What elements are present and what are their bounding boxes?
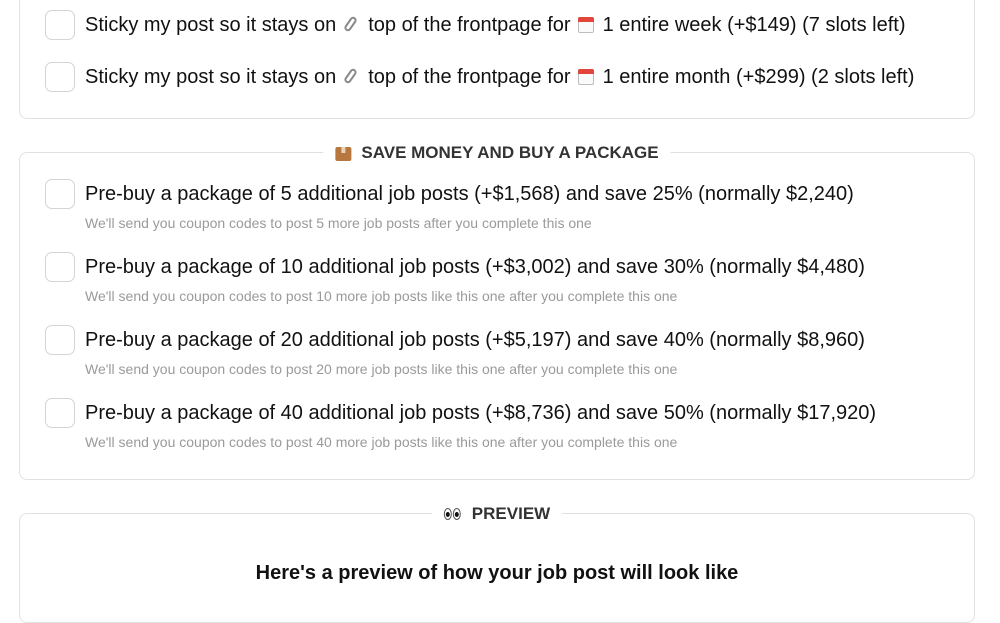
package-5-hint: We'll send you coupon codes to post 5 mo… xyxy=(85,215,592,231)
sticky-month-checkbox[interactable] xyxy=(45,62,75,92)
sticky-week-label[interactable]: Sticky my post so it stays on top of the… xyxy=(85,12,906,38)
package-10-hint: We'll send you coupon codes to post 10 m… xyxy=(85,288,678,304)
package-20-hint: We'll send you coupon codes to post 20 m… xyxy=(85,361,678,377)
sticky-options-card: Sticky my post so it stays on top of the… xyxy=(19,0,975,119)
preview-heading: Here's a preview of how your job post wi… xyxy=(255,562,739,584)
paperclip-icon xyxy=(342,68,360,86)
package-10-label[interactable]: Pre-buy a package of 10 additional job p… xyxy=(85,254,865,280)
packages-section-title: SAVE MONEY AND BUY A PACKAGE xyxy=(323,141,671,165)
package-20-checkbox[interactable] xyxy=(45,325,75,355)
package-icon xyxy=(335,145,352,161)
sticky-month-label[interactable]: Sticky my post so it stays on top of the… xyxy=(85,64,914,90)
eyes-icon xyxy=(443,508,462,520)
preview-card: PREVIEW Here's a preview of how your job… xyxy=(19,502,975,623)
sticky-week-checkbox[interactable] xyxy=(45,10,75,40)
calendar-icon xyxy=(577,16,595,34)
packages-card: SAVE MONEY AND BUY A PACKAGE Pre-buy a p… xyxy=(19,141,975,480)
calendar-icon xyxy=(577,68,595,86)
package-40-checkbox[interactable] xyxy=(45,398,75,428)
package-40-hint: We'll send you coupon codes to post 40 m… xyxy=(85,434,678,450)
package-40-label[interactable]: Pre-buy a package of 40 additional job p… xyxy=(85,400,876,426)
package-20-label[interactable]: Pre-buy a package of 20 additional job p… xyxy=(85,327,865,353)
preview-section-title: PREVIEW xyxy=(431,502,563,526)
package-5-label[interactable]: Pre-buy a package of 5 additional job po… xyxy=(85,181,854,207)
paperclip-icon xyxy=(342,16,360,34)
package-5-checkbox[interactable] xyxy=(45,179,75,209)
package-10-checkbox[interactable] xyxy=(45,252,75,282)
